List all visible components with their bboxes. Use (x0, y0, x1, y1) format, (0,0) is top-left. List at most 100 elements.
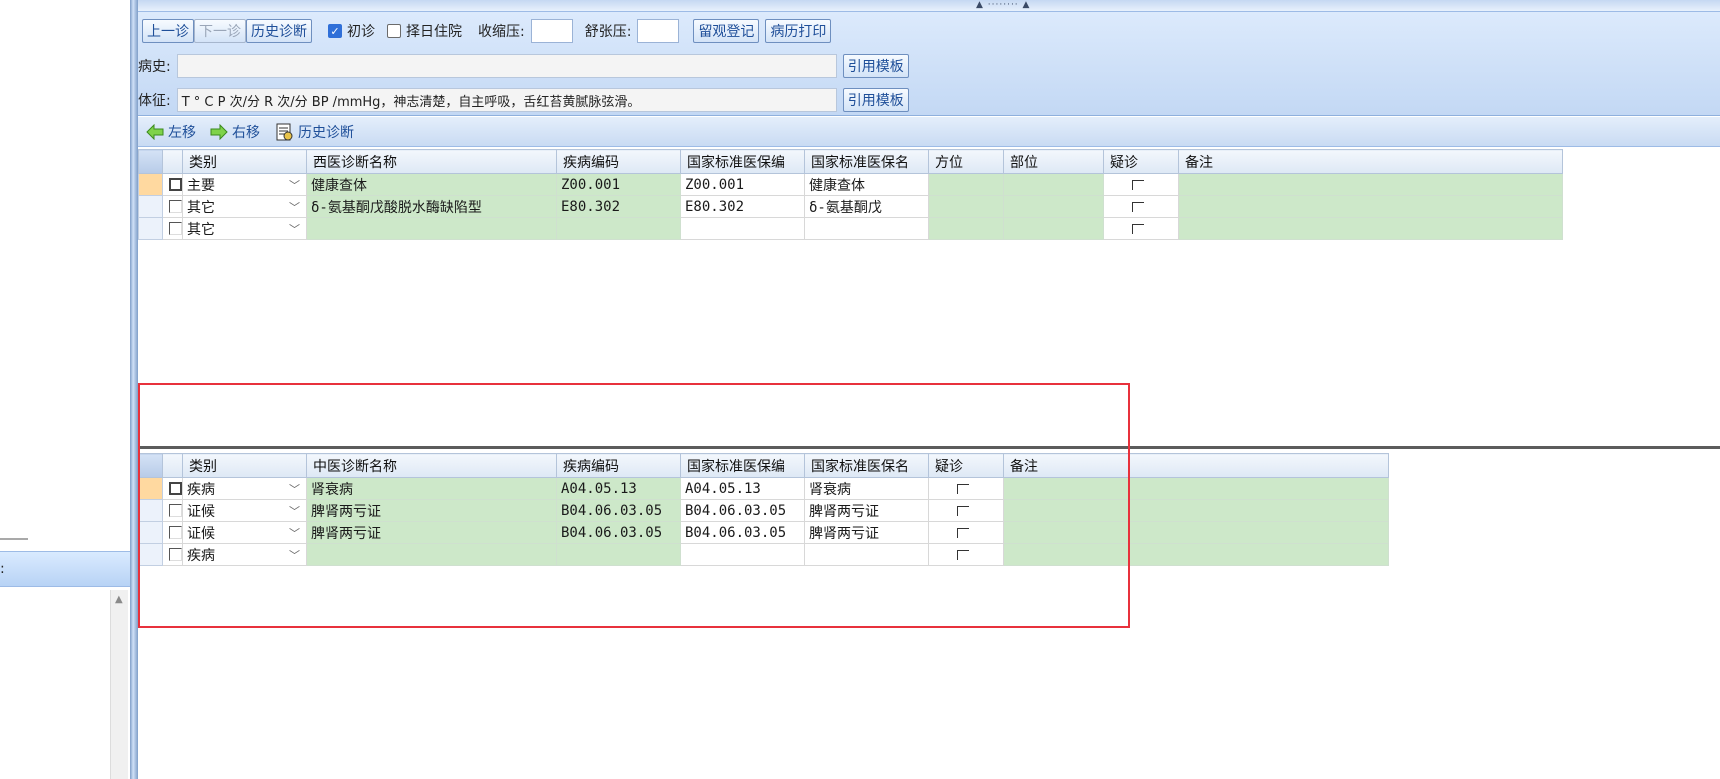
col-header-disease-code[interactable]: 疾病编码 (556, 453, 681, 478)
category-cell[interactable]: 证候 ﹀ (182, 521, 307, 544)
chevron-down-icon[interactable]: ﹀ (289, 481, 300, 497)
row-indicator[interactable] (138, 195, 163, 218)
table-row[interactable]: 其它 ﹀ (138, 217, 1563, 240)
print-record-button[interactable]: 病历打印 (765, 19, 832, 43)
suspected-cell[interactable] (928, 543, 1004, 566)
row-checkbox[interactable] (169, 200, 182, 213)
suspected-checkbox[interactable] (957, 483, 969, 494)
observation-register-button[interactable]: 留观登记 (693, 19, 760, 43)
suspected-cell[interactable] (1103, 173, 1179, 196)
col-header-category[interactable]: 类别 (182, 453, 307, 478)
history-diagnosis-tool[interactable]: 历史诊断 (274, 122, 354, 142)
insurance-code-cell[interactable]: Z00.001 (680, 173, 805, 196)
left-scrollbar[interactable]: ▲ (110, 590, 128, 779)
row-select-cell[interactable] (162, 195, 183, 218)
remark-cell[interactable] (1003, 543, 1389, 566)
insurance-name-cell[interactable]: δ-氨基酮戊 (804, 195, 929, 218)
diastolic-input[interactable] (637, 19, 680, 43)
category-cell[interactable]: 证候 ﹀ (182, 499, 307, 522)
insurance-code-cell[interactable]: E80.302 (680, 195, 805, 218)
row-indicator[interactable] (138, 217, 163, 240)
row-checkbox[interactable] (169, 548, 182, 561)
row-indicator[interactable] (138, 173, 163, 196)
disease-code-cell[interactable]: A04.05.13 (556, 477, 681, 500)
diagnosis-name-cell[interactable]: 肾衰病 (306, 477, 557, 500)
disease-code-cell[interactable] (556, 543, 681, 566)
select-all-corner[interactable] (138, 149, 163, 174)
insurance-code-cell[interactable]: B04.06.03.05 (680, 521, 805, 544)
remark-cell[interactable] (1178, 195, 1563, 218)
row-select-cell[interactable] (162, 173, 183, 196)
row-select-cell[interactable] (162, 543, 183, 566)
insurance-name-cell[interactable]: 脾肾两亏证 (804, 521, 929, 544)
systolic-input[interactable] (530, 19, 573, 43)
row-select-cell[interactable] (162, 217, 183, 240)
suspected-checkbox[interactable] (957, 527, 969, 538)
disease-code-cell[interactable]: B04.06.03.05 (556, 521, 681, 544)
left-split-line[interactable] (0, 538, 28, 540)
remark-cell[interactable] (1178, 217, 1563, 240)
position-cell[interactable] (928, 217, 1004, 240)
chevron-down-icon[interactable]: ﹀ (289, 525, 300, 541)
category-cell[interactable]: 其它 ﹀ (182, 195, 307, 218)
col-header-suspected[interactable]: 疑诊 (1103, 149, 1179, 174)
position-cell[interactable] (928, 173, 1004, 196)
move-left-button[interactable]: 左移 (146, 122, 196, 142)
category-cell[interactable]: 疾病 ﹀ (182, 477, 307, 500)
table-row[interactable]: 疾病 ﹀ 肾衰病 A04.05.13 A04.05.13 肾衰病 (138, 477, 1389, 500)
site-cell[interactable] (1003, 173, 1104, 196)
prev-visit-button[interactable]: 上一诊 (142, 19, 194, 43)
site-cell[interactable] (1003, 195, 1104, 218)
diagnosis-name-cell[interactable] (306, 543, 557, 566)
col-header-disease-code[interactable]: 疾病编码 (556, 149, 681, 174)
up-arrow-icon[interactable]: ▲ (115, 595, 123, 605)
insurance-code-cell[interactable]: A04.05.13 (680, 477, 805, 500)
table-row[interactable]: 主要 ﹀ 健康查体 Z00.001 Z00.001 健康查体 (138, 173, 1563, 196)
category-cell[interactable]: 疾病 ﹀ (182, 543, 307, 566)
grid-splitter[interactable] (138, 446, 1720, 449)
col-header-suspected[interactable]: 疑诊 (928, 453, 1004, 478)
diagnosis-name-cell[interactable]: δ-氨基酮戊酸脱水酶缺陷型 (306, 195, 557, 218)
row-checkbox[interactable] (169, 482, 182, 495)
remark-cell[interactable] (1178, 173, 1563, 196)
row-select-cell[interactable] (162, 477, 183, 500)
chevron-down-icon[interactable]: ﹀ (289, 503, 300, 519)
suspected-checkbox[interactable] (1132, 201, 1144, 212)
disease-code-cell[interactable] (556, 217, 681, 240)
top-splitter-grip[interactable]: ▲ ········ ▲ (138, 0, 1720, 12)
disease-code-cell[interactable]: B04.06.03.05 (556, 499, 681, 522)
position-cell[interactable] (928, 195, 1004, 218)
move-right-button[interactable]: 右移 (210, 122, 260, 142)
row-indicator[interactable] (138, 477, 163, 500)
chevron-down-icon[interactable]: ﹀ (289, 547, 300, 563)
first-visit-checkbox[interactable]: ✓ (328, 24, 342, 38)
chevron-down-icon[interactable]: ﹀ (289, 199, 300, 215)
remark-cell[interactable] (1003, 499, 1389, 522)
first-visit-toggle[interactable]: ✓ 初诊 (328, 21, 375, 41)
diagnosis-name-cell[interactable]: 脾肾两亏证 (306, 499, 557, 522)
insurance-name-cell[interactable]: 肾衰病 (804, 477, 929, 500)
insurance-name-cell[interactable] (804, 543, 929, 566)
suspected-checkbox[interactable] (1132, 179, 1144, 190)
suspected-checkbox[interactable] (957, 505, 969, 516)
site-cell[interactable] (1003, 217, 1104, 240)
row-checkbox[interactable] (169, 222, 182, 235)
insurance-code-cell[interactable] (680, 543, 805, 566)
suspected-cell[interactable] (928, 499, 1004, 522)
chevron-down-icon[interactable]: ﹀ (289, 177, 300, 193)
col-header-remark[interactable]: 备注 (1178, 149, 1563, 174)
physical-input[interactable]: T ° C P 次/分 R 次/分 BP /mmHg，神志清楚，自主呼吸，舌红苔… (176, 88, 837, 112)
col-header-insurance-name[interactable]: 国家标准医保名 (804, 453, 929, 478)
insurance-name-cell[interactable]: 脾肾两亏证 (804, 499, 929, 522)
insurance-code-cell[interactable] (680, 217, 805, 240)
col-header-site[interactable]: 部位 (1003, 149, 1104, 174)
row-indicator[interactable] (138, 521, 163, 544)
select-date-admission-toggle[interactable]: 择日住院 (387, 21, 462, 41)
next-visit-button[interactable]: 下一诊 (194, 19, 246, 43)
table-row[interactable]: 证候 ﹀ 脾肾两亏证 B04.06.03.05 B04.06.03.05 脾肾两亏… (138, 521, 1389, 544)
row-checkbox[interactable] (169, 504, 182, 517)
row-select-cell[interactable] (162, 499, 183, 522)
chevron-down-icon[interactable]: ﹀ (289, 221, 300, 237)
row-indicator[interactable] (138, 543, 163, 566)
remark-cell[interactable] (1003, 477, 1389, 500)
